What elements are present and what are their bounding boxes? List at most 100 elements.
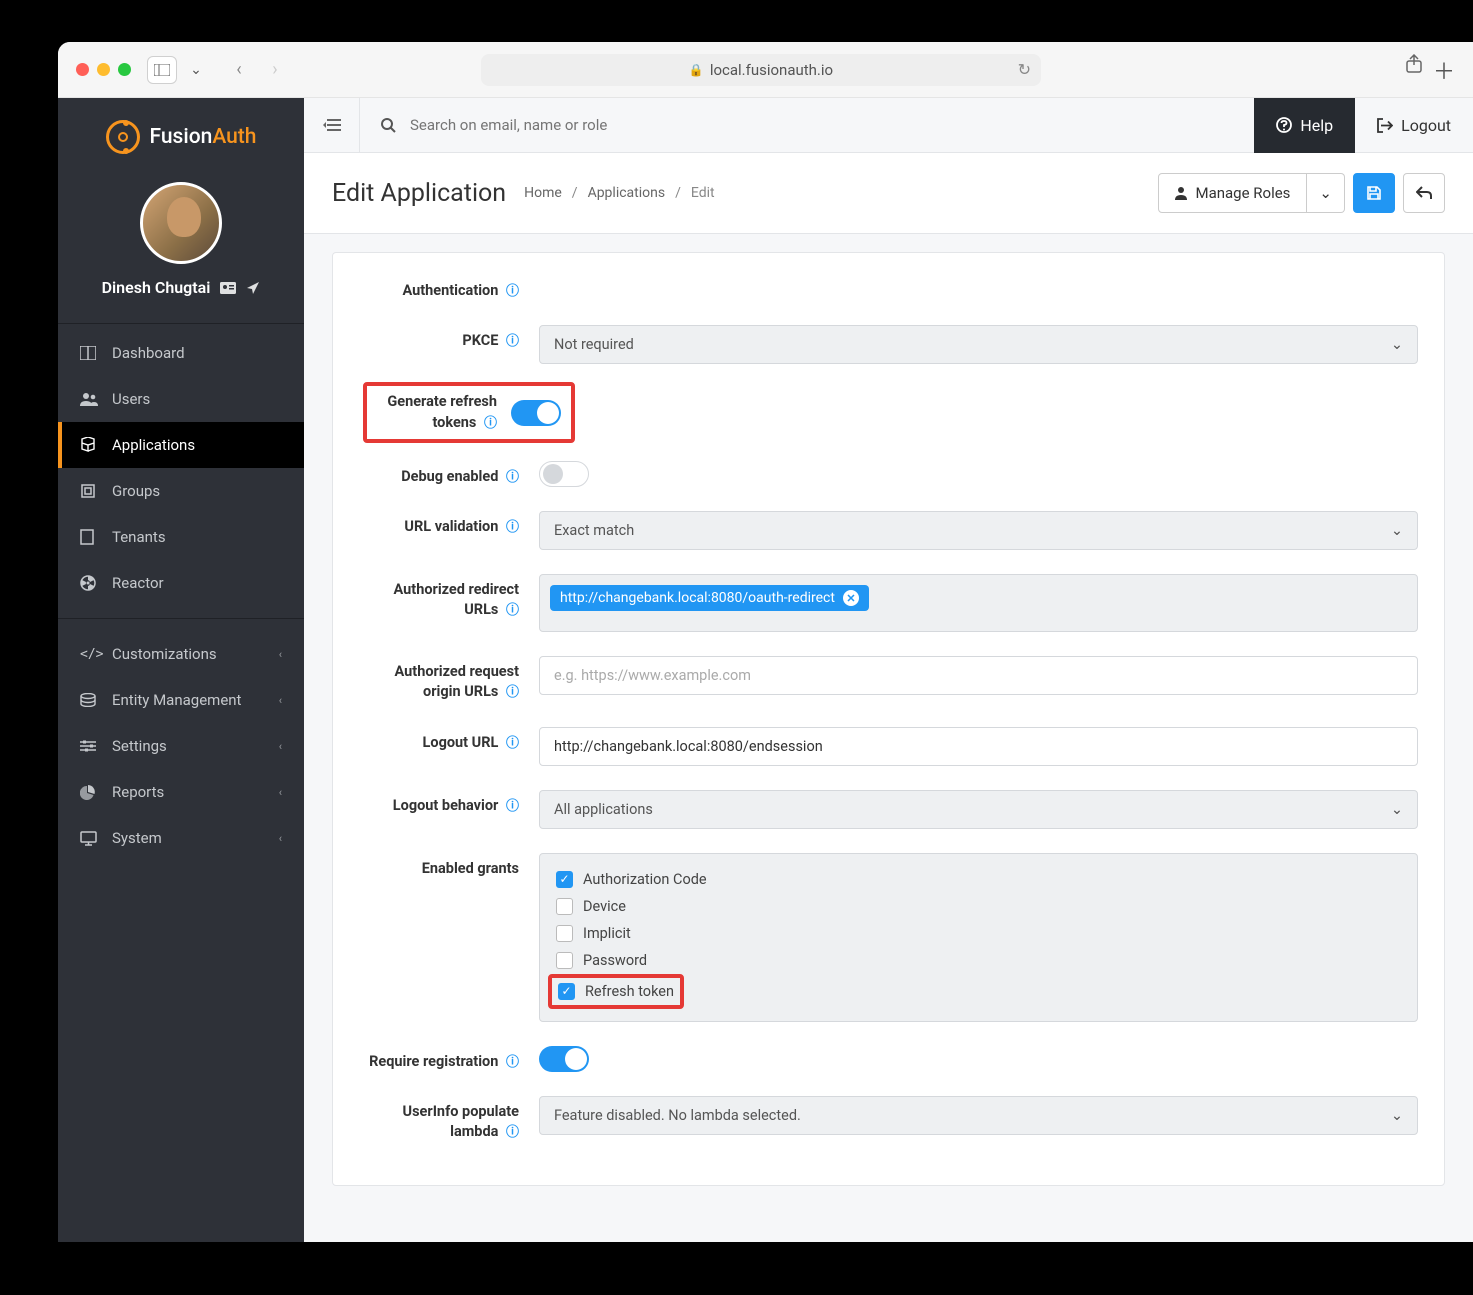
help-button[interactable]: Help xyxy=(1254,98,1355,153)
close-window-icon[interactable] xyxy=(76,63,89,76)
debug-toggle[interactable] xyxy=(539,461,589,487)
sidebar-item-label: Tenants xyxy=(112,528,166,546)
url-validation-select[interactable]: Exact match⌄ xyxy=(539,511,1418,550)
sidebar-item-label: Reactor xyxy=(112,574,164,592)
crumb-current: Edit xyxy=(691,185,715,201)
monitor-icon xyxy=(80,831,98,846)
lock-icon: 🔒 xyxy=(689,63,704,77)
save-button[interactable] xyxy=(1353,173,1395,213)
origin-urls-input[interactable]: e.g. https://www.example.com xyxy=(539,656,1418,695)
content-scroll[interactable]: Authentication ⓘ PKCE ⓘ Not required⌄ Ge… xyxy=(304,234,1473,1242)
back-button[interactable]: ‹ xyxy=(223,56,255,84)
info-icon[interactable]: ⓘ xyxy=(506,1055,519,1070)
info-icon[interactable]: ⓘ xyxy=(506,685,519,700)
sidebar-item-users[interactable]: Users xyxy=(58,376,304,422)
checkbox-icon xyxy=(556,952,573,969)
logout-button[interactable]: Logout xyxy=(1355,98,1473,153)
pkce-select[interactable]: Not required⌄ xyxy=(539,325,1418,364)
logout-behavior-select[interactable]: All applications⌄ xyxy=(539,790,1418,829)
sidebar-item-applications[interactable]: Applications xyxy=(58,422,304,468)
row-generate-refresh-tokens: Generate refresh tokens ⓘ xyxy=(333,376,1444,449)
username-label: Dinesh Chugtai xyxy=(102,278,211,297)
browser-window: ⌄ ‹ › 🔒 local.fusionauth.io ↻ ＋ FusionAu… xyxy=(58,42,1473,1242)
topbar: Help Logout xyxy=(304,98,1473,153)
menu-collapse-icon[interactable] xyxy=(304,98,360,153)
highlight-generate-refresh: Generate refresh tokens ⓘ xyxy=(363,382,575,443)
search-input[interactable] xyxy=(410,116,1234,134)
info-icon[interactable]: ⓘ xyxy=(506,799,519,814)
sidebar-item-settings[interactable]: Settings‹ xyxy=(58,723,304,769)
titlebar: ⌄ ‹ › 🔒 local.fusionauth.io ↻ ＋ xyxy=(58,42,1473,98)
sidebar: FusionAuth Dinesh Chugtai Dashboard User… xyxy=(58,98,304,1242)
grant-implicit[interactable]: Implicit xyxy=(556,920,1401,947)
checkbox-icon xyxy=(556,898,573,915)
row-origin-urls: Authorized request origin URLs ⓘ e.g. ht… xyxy=(333,644,1444,715)
label-enabled-grants: Enabled grants xyxy=(359,853,519,879)
sidebar-item-system[interactable]: System‹ xyxy=(58,815,304,861)
label-pkce: PKCE ⓘ xyxy=(359,325,519,351)
info-icon[interactable]: ⓘ xyxy=(506,334,519,349)
chevron-down-icon[interactable]: ⌄ xyxy=(181,56,211,84)
chart-pie-icon xyxy=(80,784,98,800)
sidebar-item-reactor[interactable]: Reactor xyxy=(58,560,304,606)
id-card-icon[interactable] xyxy=(220,282,236,294)
sidebar-toggle-icon[interactable] xyxy=(147,56,177,84)
help-label: Help xyxy=(1300,116,1333,135)
brand-logo: FusionAuth xyxy=(58,98,304,172)
crumb-applications[interactable]: Applications xyxy=(588,185,666,201)
label-logout-behavior: Logout behavior ⓘ xyxy=(359,790,519,816)
row-enabled-grants: Enabled grants ✓Authorization Code Devic… xyxy=(333,841,1444,1034)
sidebar-item-dashboard[interactable]: Dashboard xyxy=(58,330,304,376)
main-area: Help Logout Edit Application Home/ Appli… xyxy=(304,98,1473,1242)
info-icon[interactable]: ⓘ xyxy=(506,284,519,299)
sidebar-item-customizations[interactable]: </>Customizations‹ xyxy=(58,631,304,677)
sidebar-item-tenants[interactable]: Tenants xyxy=(58,514,304,560)
checkbox-icon: ✓ xyxy=(558,983,575,1000)
redirect-urls-input[interactable]: http://changebank.local:8080/oauth-redir… xyxy=(539,574,1418,632)
manage-roles-dropdown[interactable]: ⌄ xyxy=(1307,173,1345,213)
sidebar-item-label: Settings xyxy=(112,737,167,755)
back-button[interactable] xyxy=(1403,173,1445,213)
info-icon[interactable]: ⓘ xyxy=(506,520,519,535)
info-icon[interactable]: ⓘ xyxy=(506,736,519,751)
grant-password[interactable]: Password xyxy=(556,947,1401,974)
sidebar-item-groups[interactable]: Groups xyxy=(58,468,304,514)
sidebar-item-reports[interactable]: Reports‹ xyxy=(58,769,304,815)
row-userinfo-lambda: UserInfo populate lambda ⓘ Feature disab… xyxy=(333,1084,1444,1155)
info-icon[interactable]: ⓘ xyxy=(484,416,497,431)
manage-roles-button[interactable]: Manage Roles xyxy=(1158,173,1307,213)
label-debug: Debug enabled ⓘ xyxy=(359,461,519,487)
require-registration-toggle[interactable] xyxy=(539,1046,589,1072)
maximize-window-icon[interactable] xyxy=(118,63,131,76)
new-tab-icon[interactable]: ＋ xyxy=(1433,54,1455,86)
remove-tag-icon[interactable]: ✕ xyxy=(843,590,859,606)
location-arrow-icon[interactable] xyxy=(246,281,260,295)
logout-icon xyxy=(1377,118,1393,133)
titlebar-right: ＋ xyxy=(1405,54,1455,86)
redirect-url-tag: http://changebank.local:8080/oauth-redir… xyxy=(550,585,869,611)
grant-authorization-code[interactable]: ✓Authorization Code xyxy=(556,866,1401,893)
profile-block: Dinesh Chugtai xyxy=(58,172,304,324)
label-userinfo-lambda: UserInfo populate lambda ⓘ xyxy=(359,1096,519,1143)
info-icon[interactable]: ⓘ xyxy=(506,603,519,618)
userinfo-lambda-select[interactable]: Feature disabled. No lambda selected.⌄ xyxy=(539,1096,1418,1135)
nav-secondary: </>Customizations‹ Entity Management‹ Se… xyxy=(58,625,304,867)
url-bar[interactable]: 🔒 local.fusionauth.io ↻ xyxy=(481,54,1041,86)
grant-device[interactable]: Device xyxy=(556,893,1401,920)
avatar[interactable] xyxy=(140,182,222,264)
minimize-window-icon[interactable] xyxy=(97,63,110,76)
chevron-down-icon: ⌄ xyxy=(1391,522,1403,539)
crumb-home[interactable]: Home xyxy=(524,185,562,201)
header-actions: Manage Roles ⌄ xyxy=(1158,173,1445,213)
logout-url-input[interactable]: http://changebank.local:8080/endsession xyxy=(539,727,1418,766)
grant-refresh-token[interactable]: ✓Refresh token xyxy=(558,981,674,1002)
nav-separator xyxy=(58,618,304,619)
users-icon xyxy=(80,392,98,406)
share-icon[interactable] xyxy=(1405,54,1423,86)
info-icon[interactable]: ⓘ xyxy=(506,470,519,485)
reactor-icon xyxy=(80,575,98,591)
generate-refresh-toggle[interactable] xyxy=(511,400,561,426)
refresh-icon[interactable]: ↻ xyxy=(1018,60,1031,79)
sidebar-item-entity-management[interactable]: Entity Management‹ xyxy=(58,677,304,723)
info-icon[interactable]: ⓘ xyxy=(506,1125,519,1140)
